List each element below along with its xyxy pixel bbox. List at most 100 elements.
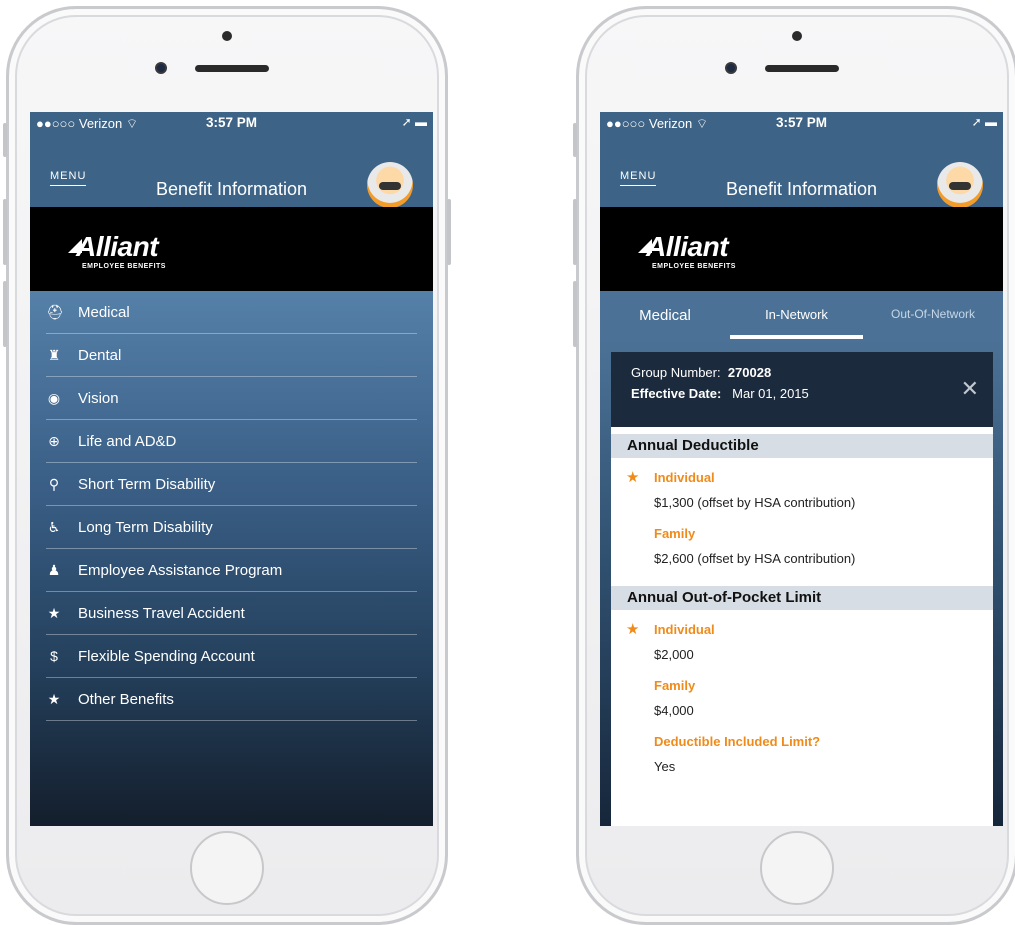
power-button <box>447 199 451 265</box>
section-header: Annual Out-of-Pocket Limit <box>611 586 993 610</box>
benefit-label: Family <box>611 520 993 548</box>
benefit-value: $2,600 (offset by HSA contribution) <box>654 551 856 566</box>
star-icon: ★ <box>47 605 61 621</box>
mute-switch <box>573 123 577 157</box>
avatar[interactable] <box>937 162 983 208</box>
status-time: 3:57 PM <box>205 115 258 130</box>
menu-item-label: Business Travel Accident <box>78 605 245 622</box>
logo-subtitle: EMPLOYEE BENEFITS <box>82 263 166 270</box>
alliant-logo: Alliant <box>638 231 729 263</box>
menu-item-label: Medical <box>78 304 130 321</box>
eye-icon: ◉ <box>47 390 61 406</box>
volume-up-button <box>3 199 7 265</box>
status-bar: ●●○○○ Verizon ⌔ 3:57 PM ➚ ▬ <box>600 112 1003 134</box>
glasses-icon <box>379 182 401 190</box>
benefit-label-text: Family <box>654 678 696 693</box>
star-icon: ★ <box>47 691 61 707</box>
avatar[interactable] <box>367 162 413 208</box>
menu-item-label: Employee Assistance Program <box>78 562 283 579</box>
benefit-label: ★ Individual <box>611 464 993 492</box>
mute-switch <box>3 123 7 157</box>
network-tabs: Medical In-Network Out-Of-Network <box>600 291 1003 339</box>
dollar-icon: $ <box>50 648 58 664</box>
benefit-detail-card[interactable]: Group Number: 270028 Effective Date: Mar… <box>611 352 993 826</box>
phone-frame-left: ●●○○○ Verizon ︎⌔ 3:57 PM ➚ ▬ MENU Benefi… <box>3 6 451 925</box>
menu-item-label: Short Term Disability <box>78 476 216 493</box>
phone-frame-right: ●●○○○ Verizon ⌔ 3:57 PM ➚ ▬ MENU Benefit… <box>573 6 1015 925</box>
life-ring-icon: ⊕ <box>48 433 60 449</box>
menu-item-label: Other Benefits <box>78 691 174 708</box>
tab-medical[interactable]: Medical <box>600 307 730 324</box>
section-body: ★ Individual $1,300 (offset by HSA contrib… <box>611 458 993 586</box>
benefit-value: $1,300 (offset by HSA contribution) <box>654 495 856 510</box>
nav-bar: MENU Benefit Information <box>600 134 1003 208</box>
earpiece-speaker <box>195 65 269 72</box>
benefit-value: Yes <box>654 759 676 774</box>
status-bar: ●●○○○ Verizon ︎⌔ 3:57 PM ➚ ▬ <box>30 112 433 134</box>
status-time: 3:57 PM <box>775 115 828 130</box>
front-camera <box>155 62 167 74</box>
person-icon: ♟ <box>47 562 61 578</box>
menu-item-business-travel-accident[interactable]: ★ Business Travel Accident <box>46 592 417 635</box>
star-icon: ★ <box>626 621 640 638</box>
menu-items: ⛑ Medical ♜ Dental ◉ Vision ⊕ Life and AD&D ⚲ Sho… <box>30 291 433 721</box>
nav-bar: MENU Benefit Information <box>30 134 433 208</box>
menu-item-label: Long Term Disability <box>78 519 213 536</box>
menu-item-employee-assistance-program[interactable]: ♟ Employee Assistance Program <box>46 549 417 592</box>
glasses-icon <box>949 182 971 190</box>
benefit-value: $4,000 <box>654 703 694 718</box>
brand-banner: Alliant EMPLOYEE BENEFITS <box>30 207 433 291</box>
menu-item-label: Life and AD&D <box>78 433 177 450</box>
logo-subtitle: EMPLOYEE BENEFITS <box>652 263 736 270</box>
menu-item-label: Vision <box>78 390 119 407</box>
menu-item-life-and-ad-d[interactable]: ⊕ Life and AD&D <box>46 420 417 463</box>
group-number-label: Group Number: <box>631 365 721 380</box>
star-icon: ★ <box>626 469 640 486</box>
volume-down-button <box>3 281 7 347</box>
plan-summary-header: Group Number: 270028 Effective Date: Mar… <box>611 352 993 427</box>
benefit-label: Family <box>611 672 993 700</box>
screen-detail: ●●○○○ Verizon ⌔ 3:57 PM ➚ ▬ MENU Benefit… <box>600 112 1003 826</box>
wheelchair-icon: ♿ <box>47 519 61 535</box>
menu-item-other-benefits[interactable]: ★ Other Benefits <box>46 678 417 721</box>
effective-date-label: Effective Date: <box>631 386 722 401</box>
brand-banner: Alliant EMPLOYEE BENEFITS <box>600 207 1003 291</box>
benefit-label-text: Family <box>654 526 696 541</box>
menu-item-label: Dental <box>78 347 122 364</box>
menu-item-label: Flexible Spending Account <box>78 648 255 665</box>
tab-out-of-network[interactable]: Out-Of-Network <box>863 307 1003 321</box>
screen-menu: ●●○○○ Verizon ︎⌔ 3:57 PM ➚ ▬ MENU Benefi… <box>30 112 433 826</box>
close-icon[interactable]: ✕ <box>961 378 979 400</box>
battery-icon: ➚ ▬ <box>971 115 997 129</box>
home-button[interactable] <box>190 831 264 905</box>
benefit-menu-list: ⛑ Medical ♜ Dental ◉ Vision ⊕ Life and AD&D ⚲ Sho… <box>30 291 433 826</box>
menu-item-medical[interactable]: ⛑ Medical <box>46 291 417 334</box>
volume-down-button <box>573 281 577 347</box>
proximity-sensor <box>792 31 802 41</box>
benefit-label: ★ Individual <box>611 616 993 644</box>
benefit-sections: Annual Deductible ★ Individual $1,300 (offs… <box>611 427 993 794</box>
volume-up-button <box>573 199 577 265</box>
home-button[interactable] <box>760 831 834 905</box>
benefit-label-text: Individual <box>654 470 715 485</box>
menu-item-vision[interactable]: ◉ Vision <box>46 377 417 420</box>
menu-item-flexible-spending-account[interactable]: $ Flexible Spending Account <box>46 635 417 678</box>
logo-text: Alliant <box>646 231 729 262</box>
group-number-line: Group Number: 270028 <box>631 365 771 380</box>
benefit-value: $2,000 <box>654 647 694 662</box>
menu-item-dental[interactable]: ♜ Dental <box>46 334 417 377</box>
section-body: ★ Individual $2,000 Family $4,000 Deductible … <box>611 610 993 794</box>
logo-text: Alliant <box>76 231 159 262</box>
proximity-sensor <box>222 31 232 41</box>
front-camera <box>725 62 737 74</box>
menu-item-short-term-disability[interactable]: ⚲ Short Term Disability <box>46 463 417 506</box>
group-number-value: 270028 <box>727 365 772 380</box>
menu-item-long-term-disability[interactable]: ♿ Long Term Disability <box>46 506 417 549</box>
benefit-label-text: Individual <box>654 622 715 637</box>
tab-in-network[interactable]: In-Network <box>730 307 863 322</box>
effective-date-value: Mar 01, 2015 <box>732 386 809 401</box>
medical-kit-icon: ⛑ <box>46 304 64 320</box>
benefit-label-text: Deductible Included Limit? <box>654 734 821 749</box>
tooth-icon: ♜ <box>47 347 61 363</box>
earpiece-speaker <box>765 65 839 72</box>
